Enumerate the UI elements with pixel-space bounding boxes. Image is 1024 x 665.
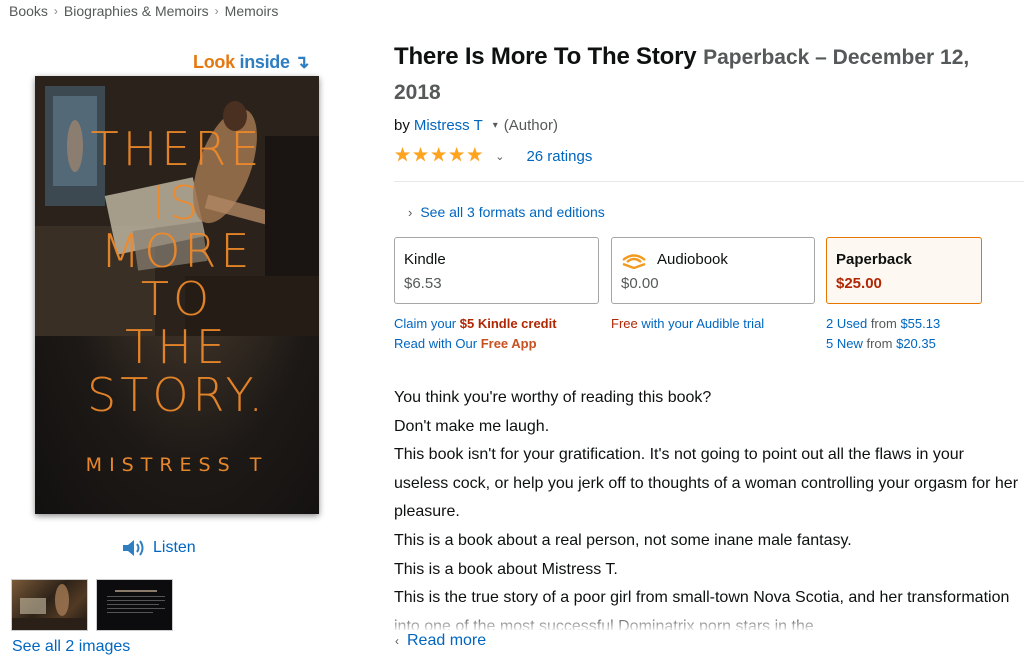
author-link[interactable]: Mistress T — [414, 117, 483, 134]
product-title: There Is More To The Story Paperback – D… — [394, 40, 1014, 110]
used-from: from — [867, 316, 901, 331]
read-highlight: Free App — [480, 336, 537, 351]
format-paperback[interactable]: Paperback $25.00 — [826, 237, 982, 304]
format-price: $25.00 — [836, 275, 882, 292]
description-paragraph: This is a book about Mistress T. — [394, 560, 618, 578]
read-more-link[interactable]: ‹ Read more — [395, 632, 486, 650]
audible-trial-link[interactable]: Free with your Audible trial — [611, 314, 764, 334]
cover-title-line: STORY. — [87, 368, 267, 422]
listen-button[interactable]: Listen — [121, 538, 196, 558]
format-kindle[interactable]: Kindle $6.53 — [394, 237, 599, 304]
audible-suffix: with your Audible trial — [637, 316, 765, 331]
breadcrumb-books[interactable]: Books — [9, 3, 48, 19]
star-icon: ★ — [448, 145, 466, 166]
format-name: Audiobook — [657, 251, 728, 268]
cover-author: MISTRESS T — [85, 454, 269, 476]
author-role: (Author) — [503, 117, 558, 134]
look-inside-part1: Look — [193, 52, 235, 72]
star-icon: ★ — [412, 145, 430, 166]
used-price: $55.13 — [900, 316, 941, 331]
format-price: $0.00 — [621, 275, 659, 292]
read-more-label: Read more — [407, 632, 487, 649]
new-offers-link[interactable]: 5 New from $20.35 — [826, 334, 940, 354]
description-paragraph: This is a book about a real person, not … — [394, 531, 852, 549]
claim-highlight: $5 Kindle credit — [459, 316, 557, 331]
claim-kindle-credit-link[interactable]: Claim your $5 Kindle credit — [394, 314, 557, 334]
cover-title-line: MORE — [100, 224, 254, 278]
read-free-app-link[interactable]: Read with Our Free App — [394, 334, 557, 354]
used-count: 2 Used — [826, 316, 868, 331]
star-icon: ★ — [430, 145, 448, 166]
breadcrumb: Books › Biographies & Memoirs › Memoirs — [9, 3, 278, 19]
see-all-formats-label: See all 3 formats and editions — [420, 204, 605, 220]
cover-title-line: IS — [151, 176, 203, 230]
kindle-links: Claim your $5 Kindle credit Read with Ou… — [394, 314, 557, 354]
look-inside-part2: inside — [239, 52, 291, 72]
description-paragraph: This book isn't for your gratification. … — [394, 446, 1019, 521]
description-fade — [394, 612, 1019, 632]
format-name-row: Audiobook — [621, 251, 814, 269]
new-price: $20.35 — [896, 336, 936, 351]
breadcrumb-memoirs[interactable]: Memoirs — [225, 3, 279, 19]
thumbnail-image — [12, 584, 87, 630]
by-label: by — [394, 117, 410, 134]
format-audiobook[interactable]: Audiobook $0.00 — [611, 237, 815, 304]
used-offers-link[interactable]: 2 Used from $55.13 — [826, 314, 940, 334]
star-icon: ★ — [394, 145, 412, 166]
description-paragraph: Don't make me laugh. — [394, 417, 550, 435]
new-count: 5 New — [826, 336, 863, 351]
breadcrumb-separator: › — [214, 4, 219, 18]
audible-links: Free with your Audible trial — [611, 314, 764, 334]
product-title-block: There Is More To The Story Paperback – D… — [394, 40, 1014, 110]
cover-title-line: THERE — [90, 122, 264, 176]
new-from: from — [862, 336, 897, 351]
chevron-down-icon[interactable]: ⌄ — [495, 150, 504, 163]
description-paragraph: You think you're worthy of reading this … — [394, 389, 712, 406]
breadcrumb-separator: › — [53, 4, 58, 18]
chevron-right-icon: › — [408, 204, 413, 220]
ratings-row: ★ ★ ★ ★ ★ ⌄ 26 ratings — [394, 146, 592, 166]
format-name: Paperback — [836, 251, 912, 268]
format-name: Kindle — [404, 251, 446, 268]
ratings-count-link[interactable]: 26 ratings — [526, 148, 592, 165]
paperback-offers: 2 Used from $55.13 5 New from $20.35 — [826, 314, 940, 354]
look-inside-button[interactable]: Look inside ↴ — [193, 52, 310, 73]
audible-free: Free — [611, 316, 638, 331]
star-half-icon: ★ — [466, 145, 484, 166]
image-thumbnail[interactable] — [11, 579, 88, 631]
see-all-formats-link[interactable]: › See all 3 formats and editions — [408, 204, 605, 220]
read-prefix: Read with Our — [394, 336, 481, 351]
star-rating[interactable]: ★ ★ ★ ★ ★ — [394, 146, 483, 166]
audible-icon — [622, 254, 646, 269]
thumbnail-image — [107, 590, 165, 613]
book-description: You think you're worthy of reading this … — [394, 384, 1019, 630]
speaker-icon — [123, 540, 144, 556]
look-inside-arrow-icon: ↴ — [294, 52, 310, 72]
chevron-down-icon[interactable]: ▾ — [493, 120, 498, 131]
listen-label: Listen — [153, 539, 196, 556]
format-price: $6.53 — [404, 275, 442, 292]
book-cover-image[interactable]: THERE IS MORE TO THE STORY. MISTRESS T — [35, 76, 319, 514]
byline: by Mistress T ▾ (Author) — [394, 117, 558, 134]
divider — [394, 181, 1024, 182]
chevron-left-icon: ‹ — [395, 634, 399, 648]
book-title: There Is More To The Story — [394, 43, 697, 70]
see-all-images-link[interactable]: See all 2 images — [12, 638, 130, 656]
cover-title-line: THE — [125, 320, 229, 374]
claim-prefix: Claim your — [394, 316, 460, 331]
image-thumbnail[interactable] — [96, 579, 173, 631]
cover-title-line: TO — [140, 272, 214, 326]
breadcrumb-biographies-memoirs[interactable]: Biographies & Memoirs — [64, 3, 209, 19]
